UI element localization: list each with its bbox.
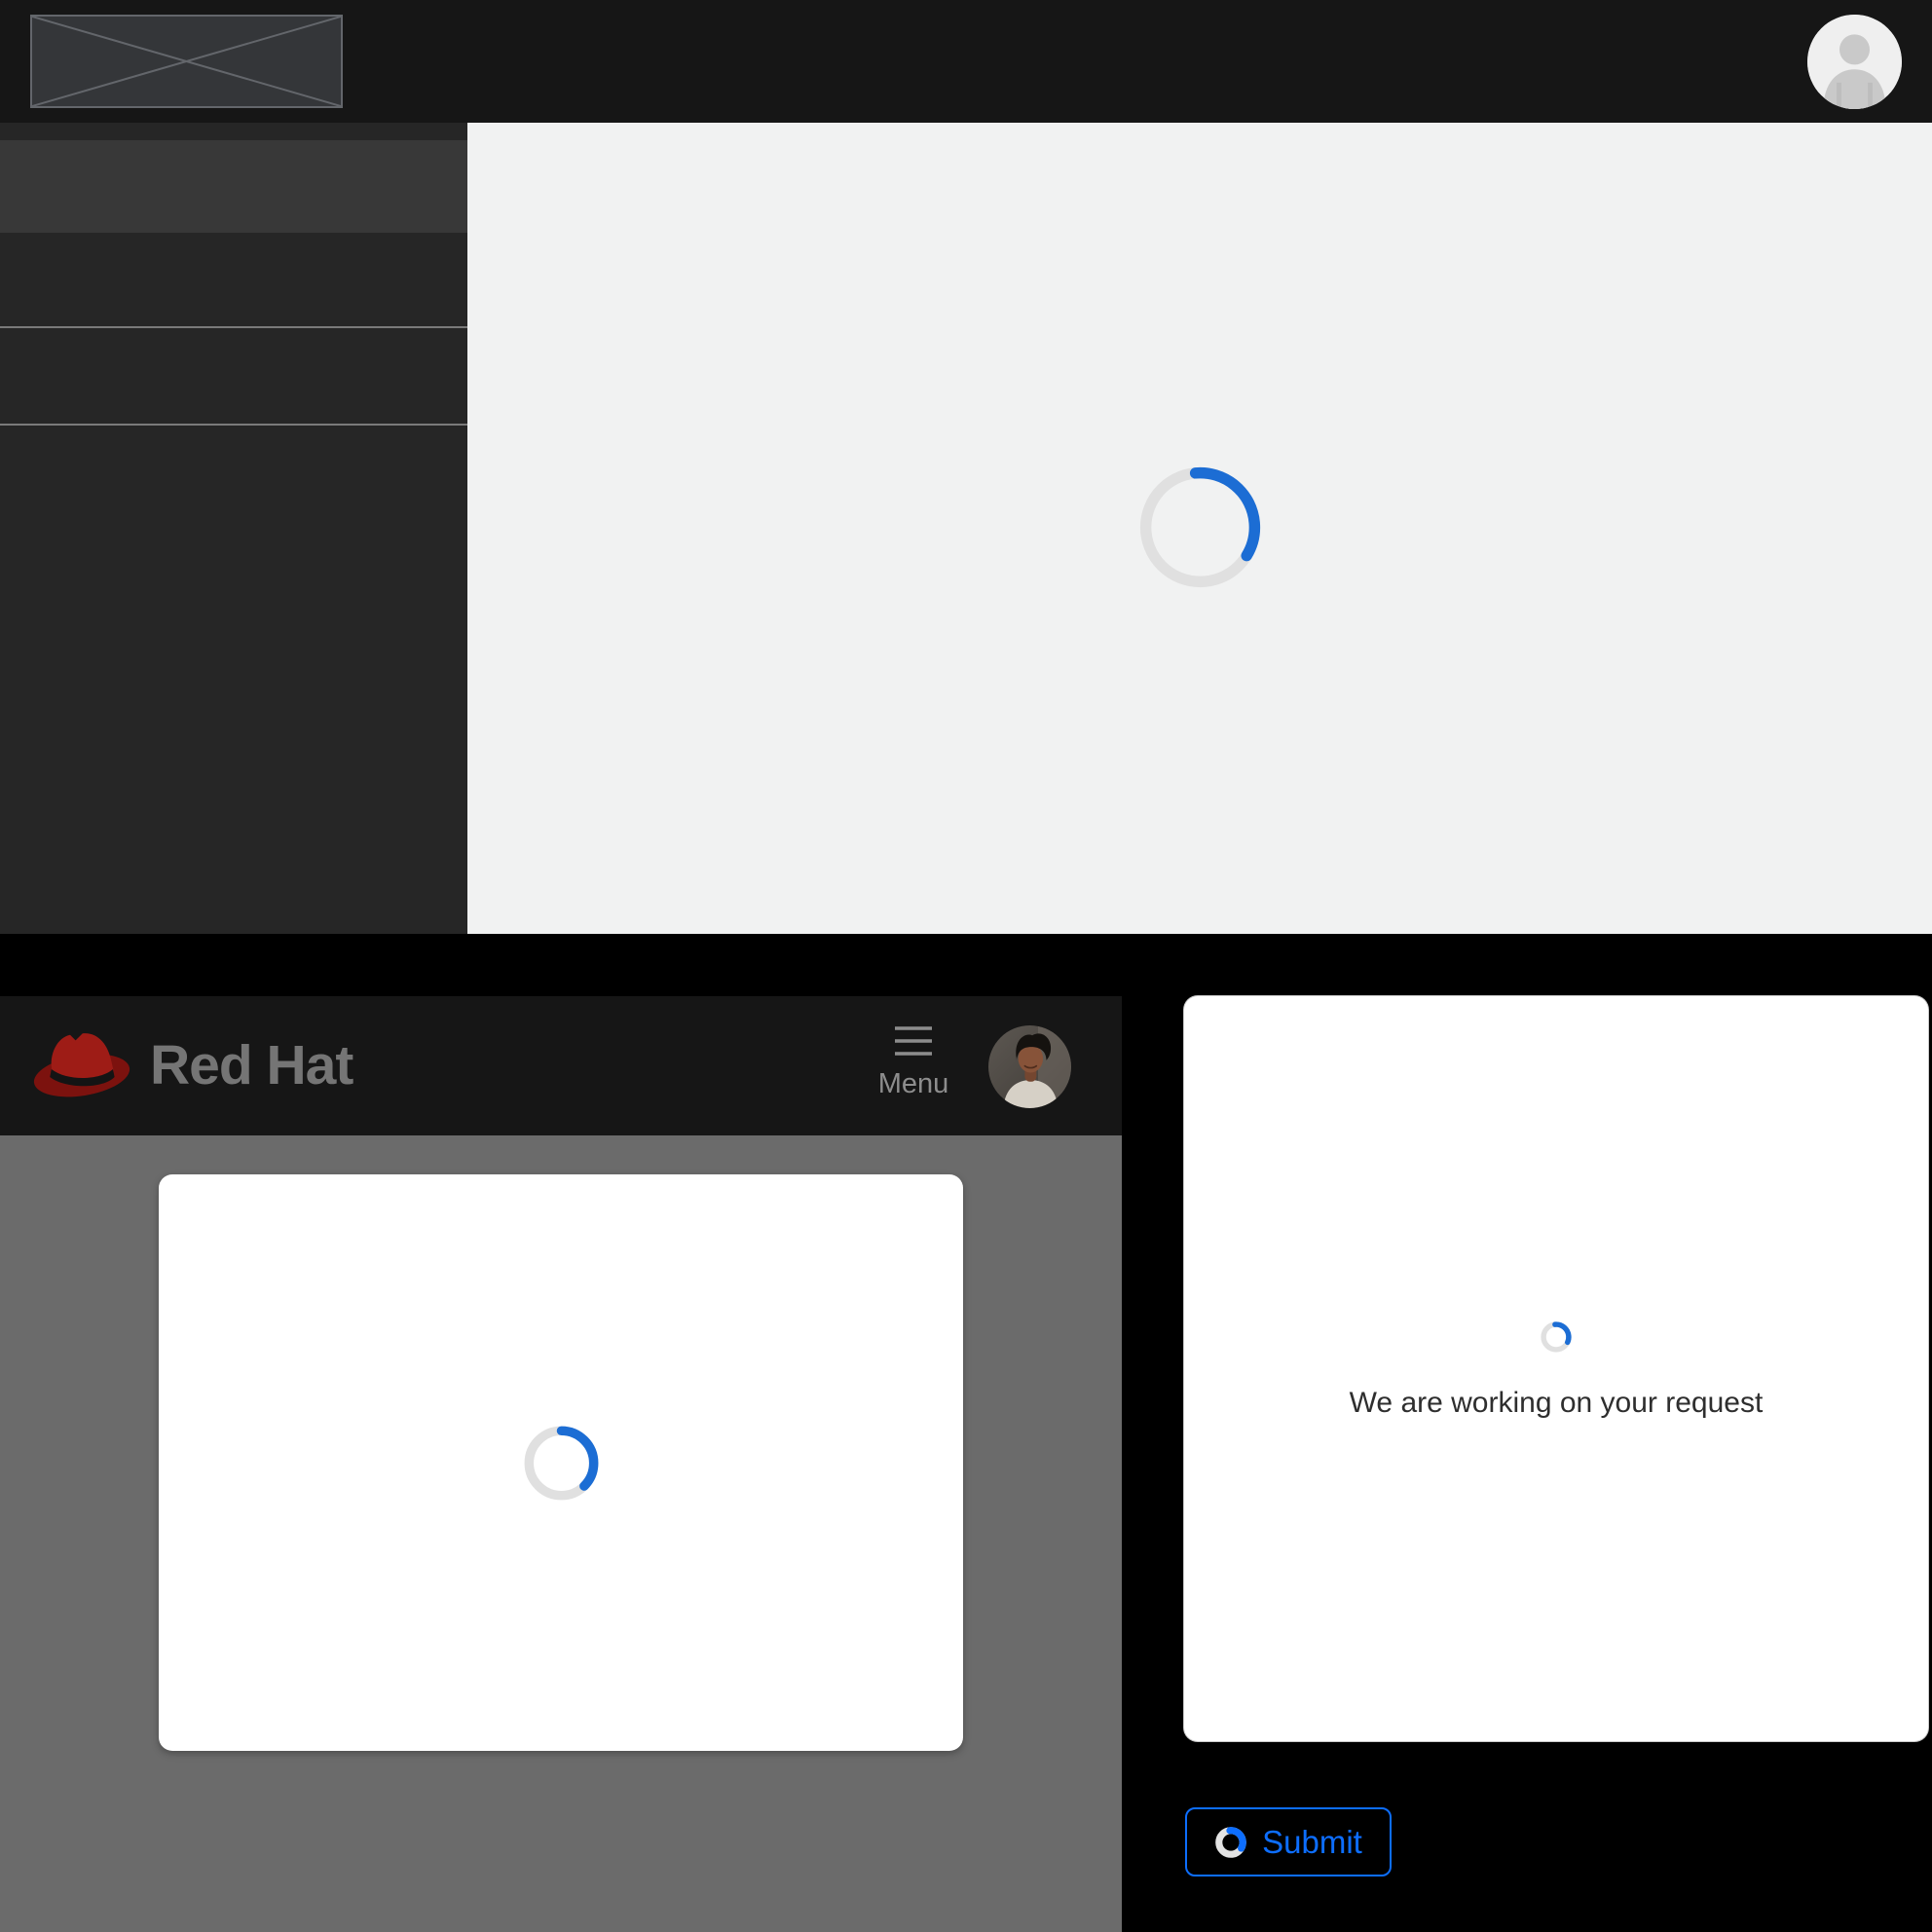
user-avatar-icon (1807, 15, 1902, 109)
progress-modal: We are working on your request (1184, 996, 1928, 1741)
submit-button[interactable]: Submit (1185, 1807, 1392, 1876)
placeholder-logo-image (30, 15, 343, 108)
demo-panel-masthead-example: Red Hat Menu (0, 996, 1122, 1932)
profile-photo (988, 1025, 1071, 1108)
app-sidebar-nav (0, 123, 467, 934)
app-masthead (0, 0, 1932, 123)
redhat-wordmark: Red Hat (150, 1033, 353, 1097)
loading-card (159, 1174, 963, 1751)
modal-message: We are working on your request (1184, 1387, 1928, 1420)
redhat-fedora-icon (31, 1024, 132, 1106)
redhat-masthead: Red Hat Menu (0, 996, 1122, 1135)
sidebar-item-current[interactable] (0, 140, 467, 233)
submit-label: Submit (1262, 1824, 1362, 1861)
menu-label: Menu (853, 1068, 974, 1100)
broken-image-icon (32, 17, 341, 106)
redhat-logo[interactable]: Red Hat (31, 1022, 353, 1108)
hamburger-icon (895, 1025, 932, 1057)
menu-button[interactable]: Menu (853, 1025, 974, 1100)
profile-avatar-button[interactable] (988, 1025, 1071, 1108)
modal-loading-spinner (1540, 1320, 1573, 1354)
main-content-loading-area (467, 123, 1932, 934)
user-avatar-button[interactable] (1807, 15, 1902, 109)
demo-panel-modal-example: We are working on your request Submit (1122, 996, 1932, 1932)
sidebar-item-3[interactable] (0, 328, 467, 426)
submit-spinner-icon (1214, 1826, 1247, 1859)
page: Red Hat Menu (0, 0, 1932, 1932)
page-loading-spinner (1138, 465, 1262, 589)
sidebar-item-2[interactable] (0, 233, 467, 328)
card-loading-spinner (523, 1425, 600, 1502)
